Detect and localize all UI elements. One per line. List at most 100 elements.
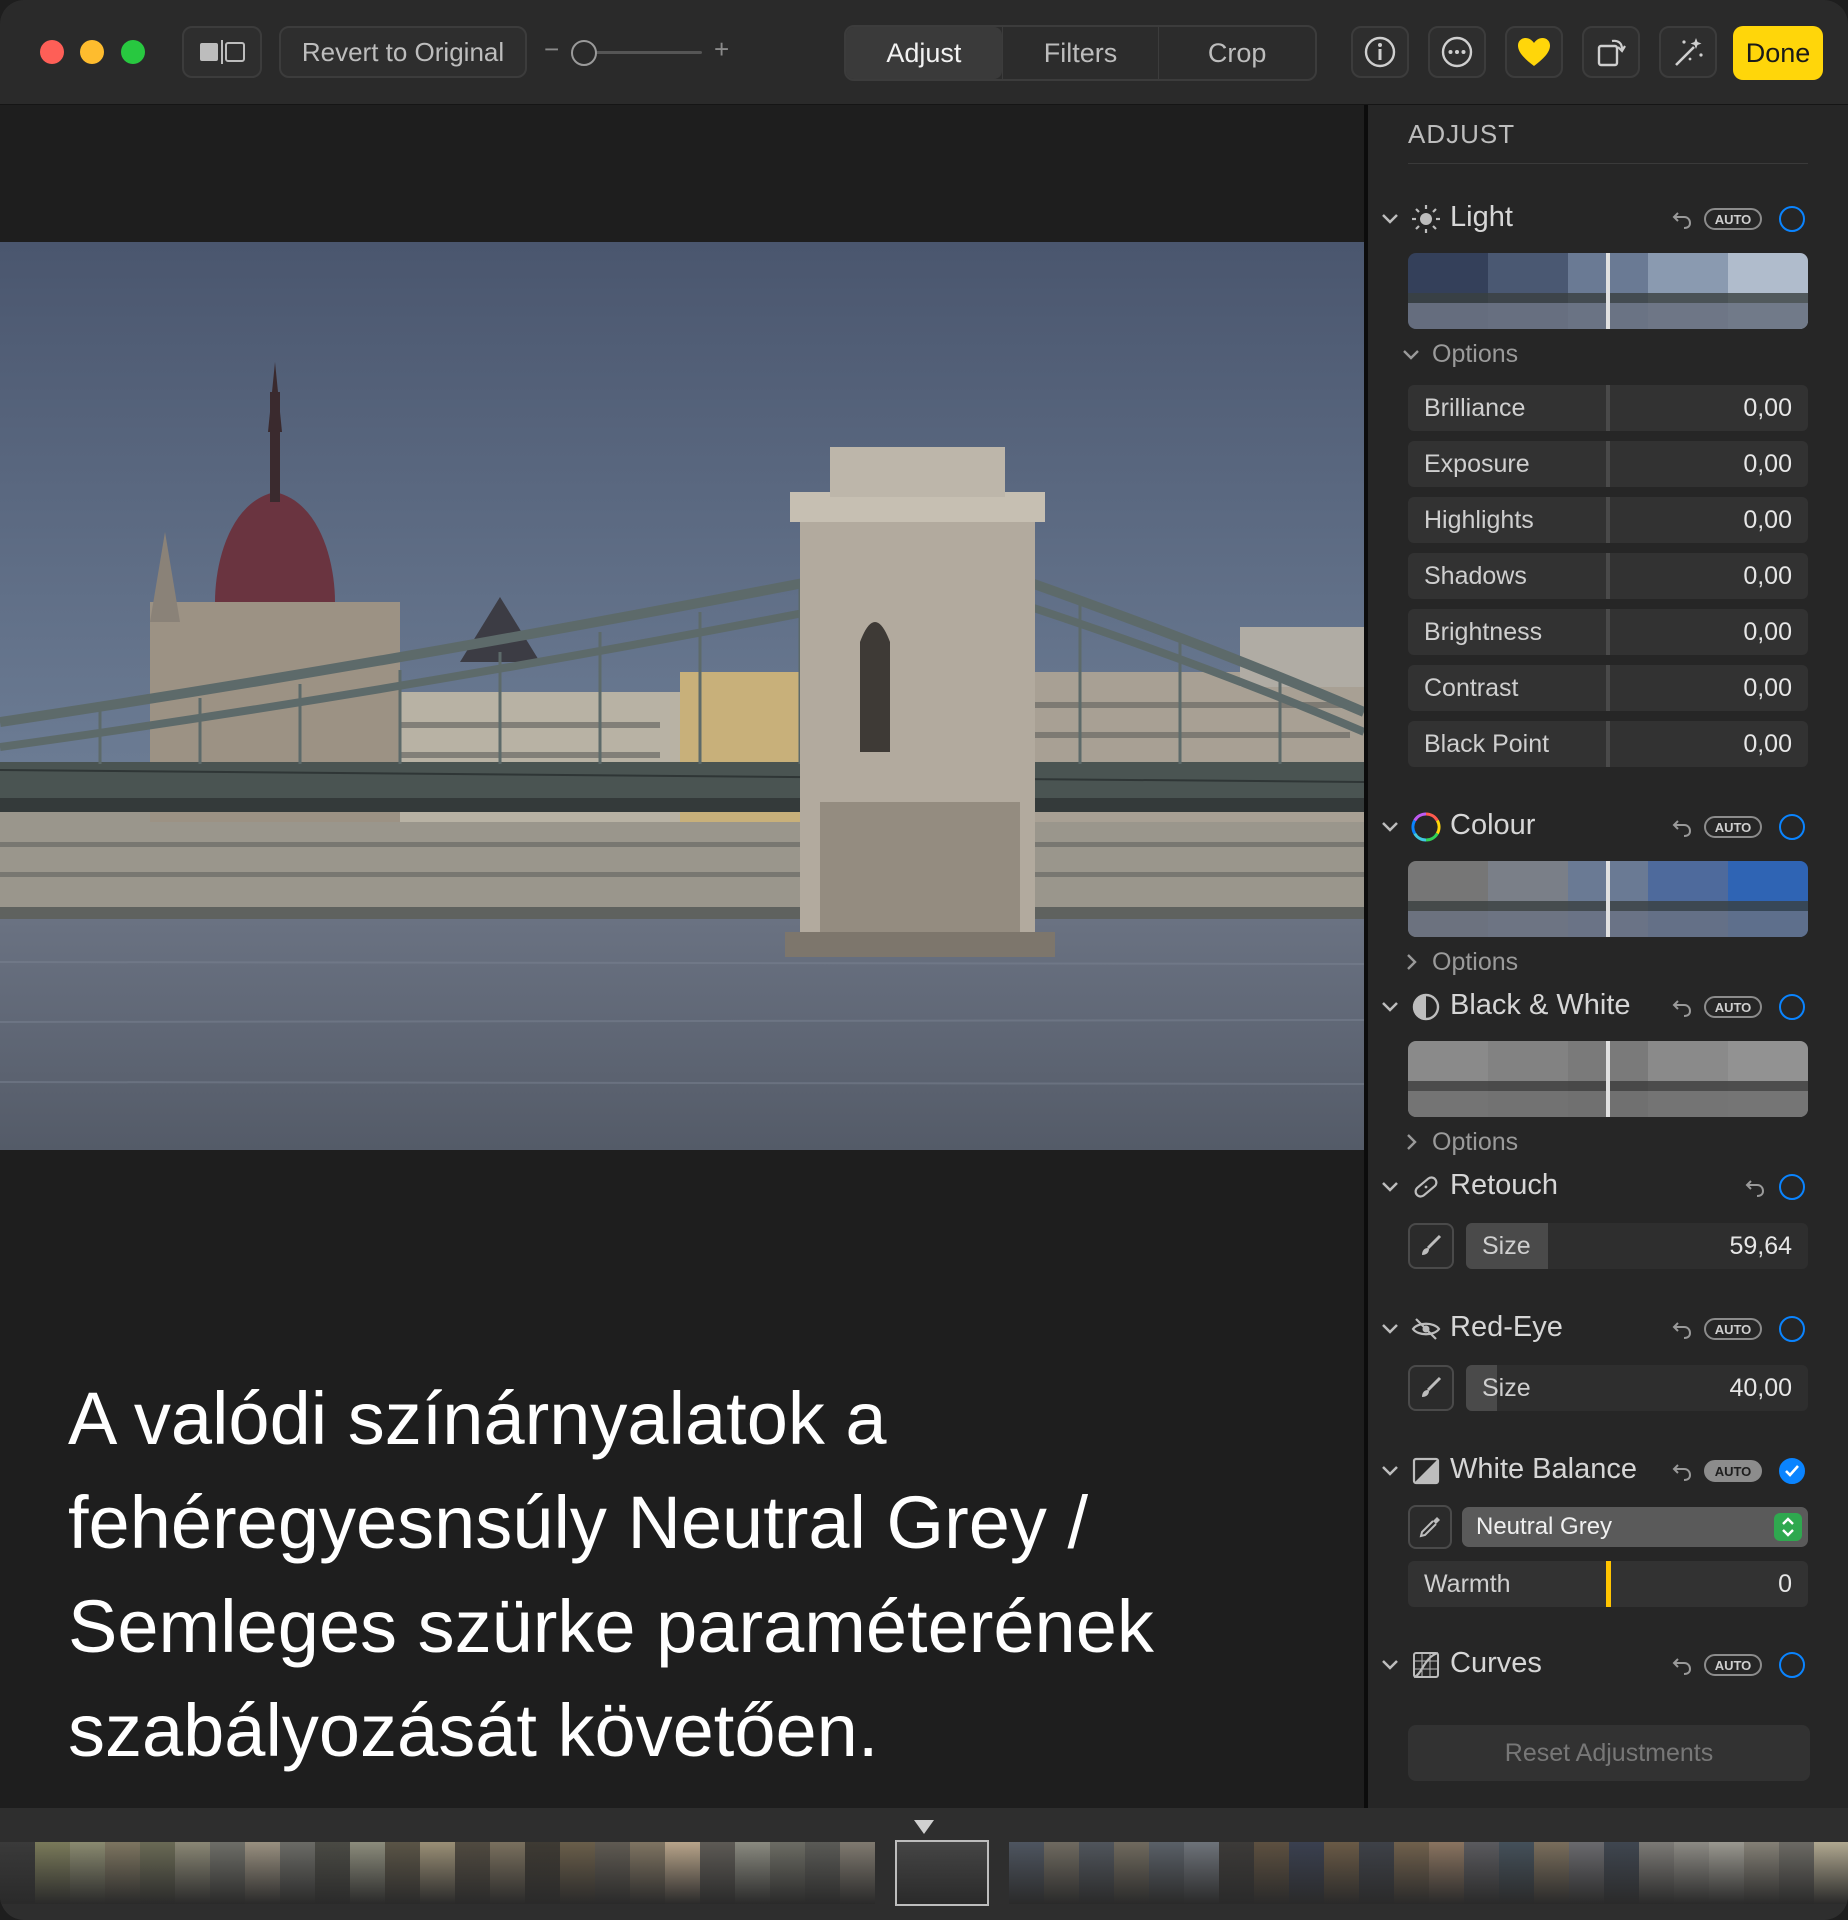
- colour-preview-strip[interactable]: [1408, 861, 1808, 937]
- light-preview-strip[interactable]: [1408, 253, 1808, 329]
- filmstrip-thumb[interactable]: [490, 1842, 525, 1904]
- undo-icon[interactable]: [1670, 207, 1694, 231]
- undo-icon[interactable]: [1743, 1175, 1767, 1199]
- redeye-size-slider[interactable]: Size 40,00: [1466, 1365, 1808, 1411]
- section-retouch-header[interactable]: Retouch: [1368, 1165, 1848, 1209]
- zoom-window-button[interactable]: [121, 40, 145, 64]
- white-balance-auto-button[interactable]: AUTO: [1704, 1460, 1762, 1482]
- section-bw-header[interactable]: Black & White AUTO: [1368, 985, 1848, 1029]
- filmstrip-thumb[interactable]: [700, 1842, 735, 1904]
- filmstrip-thumb[interactable]: [210, 1842, 245, 1904]
- filmstrip-thumb[interactable]: [315, 1842, 350, 1904]
- filmstrip-thumb[interactable]: [770, 1842, 805, 1904]
- filmstrip-toggle-caret[interactable]: [914, 1820, 934, 1834]
- filmstrip-thumb[interactable]: [1814, 1842, 1848, 1904]
- zoom-slider-knob[interactable]: [571, 40, 597, 66]
- filmstrip-thumb[interactable]: [1079, 1842, 1114, 1904]
- filmstrip-thumb[interactable]: [1394, 1842, 1429, 1904]
- chevron-down-icon[interactable]: [1378, 1459, 1402, 1483]
- filmstrip-thumb[interactable]: [595, 1842, 630, 1904]
- redeye-brush-button[interactable]: [1408, 1365, 1454, 1411]
- bw-auto-button[interactable]: AUTO: [1704, 996, 1762, 1018]
- undo-icon[interactable]: [1670, 1459, 1694, 1483]
- auto-enhance-button[interactable]: [1659, 26, 1717, 78]
- brilliance-slider[interactable]: Brilliance 0,00: [1408, 385, 1808, 431]
- filmstrip-thumb[interactable]: [840, 1842, 875, 1904]
- filmstrip-thumb[interactable]: [350, 1842, 385, 1904]
- filmstrip-thumb[interactable]: [805, 1842, 840, 1904]
- chevron-down-icon[interactable]: [1378, 995, 1402, 1019]
- filmstrip-thumb[interactable]: [1184, 1842, 1219, 1904]
- retouch-enable-toggle[interactable]: [1779, 1174, 1805, 1200]
- colour-auto-button[interactable]: AUTO: [1704, 816, 1762, 838]
- chevron-down-icon[interactable]: [1378, 1653, 1402, 1677]
- rotate-button[interactable]: [1582, 26, 1640, 78]
- bw-preview-strip[interactable]: [1408, 1041, 1808, 1117]
- filmstrip-thumb[interactable]: [560, 1842, 595, 1904]
- filmstrip-thumb[interactable]: [140, 1842, 175, 1904]
- undo-icon[interactable]: [1670, 995, 1694, 1019]
- retouch-size-slider[interactable]: Size 59,64: [1466, 1223, 1808, 1269]
- filmstrip-thumb[interactable]: [1429, 1842, 1464, 1904]
- filmstrip-thumb[interactable]: [1674, 1842, 1709, 1904]
- filmstrip-thumb[interactable]: [1324, 1842, 1359, 1904]
- curves-enable-toggle[interactable]: [1779, 1652, 1805, 1678]
- revert-to-original-button[interactable]: Revert to Original: [279, 26, 527, 78]
- close-window-button[interactable]: [40, 40, 64, 64]
- undo-icon[interactable]: [1670, 1317, 1694, 1341]
- section-curves-header[interactable]: Curves AUTO: [1368, 1643, 1848, 1687]
- undo-icon[interactable]: [1670, 815, 1694, 839]
- filmstrip-thumb[interactable]: [280, 1842, 315, 1904]
- filmstrip-thumb[interactable]: [1744, 1842, 1779, 1904]
- filmstrip-thumb[interactable]: [245, 1842, 280, 1904]
- white-balance-enable-toggle[interactable]: [1779, 1458, 1805, 1484]
- filmstrip-thumb[interactable]: [1604, 1842, 1639, 1904]
- filmstrip-thumb[interactable]: [1639, 1842, 1674, 1904]
- filmstrip-thumb[interactable]: [1359, 1842, 1394, 1904]
- filmstrip-thumb[interactable]: [1219, 1842, 1254, 1904]
- filmstrip-thumb[interactable]: [1569, 1842, 1604, 1904]
- redeye-enable-toggle[interactable]: [1779, 1316, 1805, 1342]
- tab-adjust[interactable]: Adjust: [846, 27, 1002, 79]
- retouch-brush-button[interactable]: [1408, 1223, 1454, 1269]
- filmstrip-thumb[interactable]: [1464, 1842, 1499, 1904]
- done-button[interactable]: Done: [1733, 26, 1823, 80]
- filmstrip-thumb[interactable]: [630, 1842, 665, 1904]
- brightness-slider[interactable]: Brightness 0,00: [1408, 609, 1808, 655]
- section-white-balance-header[interactable]: White Balance AUTO: [1368, 1449, 1848, 1493]
- bw-enable-toggle[interactable]: [1779, 994, 1805, 1020]
- filmstrip-thumb[interactable]: [0, 1842, 35, 1904]
- minimize-window-button[interactable]: [80, 40, 104, 64]
- favorite-button[interactable]: [1505, 26, 1563, 78]
- filmstrip-thumb[interactable]: [1779, 1842, 1814, 1904]
- light-enable-toggle[interactable]: [1779, 206, 1805, 232]
- exposure-slider[interactable]: Exposure 0,00: [1408, 441, 1808, 487]
- eyedropper-button[interactable]: [1408, 1505, 1452, 1549]
- shadows-slider[interactable]: Shadows 0,00: [1408, 553, 1808, 599]
- tab-crop[interactable]: Crop: [1158, 27, 1315, 79]
- filmstrip[interactable]: [0, 1808, 1848, 1920]
- section-colour-header[interactable]: Colour AUTO: [1368, 805, 1848, 849]
- filmstrip-thumb[interactable]: [1149, 1842, 1184, 1904]
- filmstrip-thumb[interactable]: [1499, 1842, 1534, 1904]
- section-redeye-header[interactable]: Red-Eye AUTO: [1368, 1307, 1848, 1351]
- tab-filters[interactable]: Filters: [1001, 27, 1159, 79]
- warmth-slider[interactable]: Warmth 0: [1408, 1561, 1808, 1607]
- chevron-down-icon[interactable]: [1378, 207, 1402, 231]
- filmstrip-thumb[interactable]: [1009, 1842, 1044, 1904]
- reset-adjustments-button[interactable]: Reset Adjustments: [1408, 1725, 1810, 1781]
- filmstrip-thumb[interactable]: [420, 1842, 455, 1904]
- filmstrip-thumb[interactable]: [1254, 1842, 1289, 1904]
- highlights-slider[interactable]: Highlights 0,00: [1408, 497, 1808, 543]
- white-balance-mode-select[interactable]: Neutral Grey: [1462, 1507, 1808, 1547]
- filmstrip-thumb[interactable]: [1114, 1842, 1149, 1904]
- chevron-down-icon[interactable]: [1378, 1317, 1402, 1341]
- colour-enable-toggle[interactable]: [1779, 814, 1805, 840]
- light-auto-button[interactable]: AUTO: [1704, 208, 1762, 230]
- curves-auto-button[interactable]: AUTO: [1704, 1654, 1762, 1676]
- more-options-button[interactable]: [1428, 26, 1486, 78]
- filmstrip-thumb-current[interactable]: [895, 1840, 989, 1906]
- contrast-slider[interactable]: Contrast 0,00: [1408, 665, 1808, 711]
- filmstrip-thumb[interactable]: [735, 1842, 770, 1904]
- info-button[interactable]: [1351, 26, 1409, 78]
